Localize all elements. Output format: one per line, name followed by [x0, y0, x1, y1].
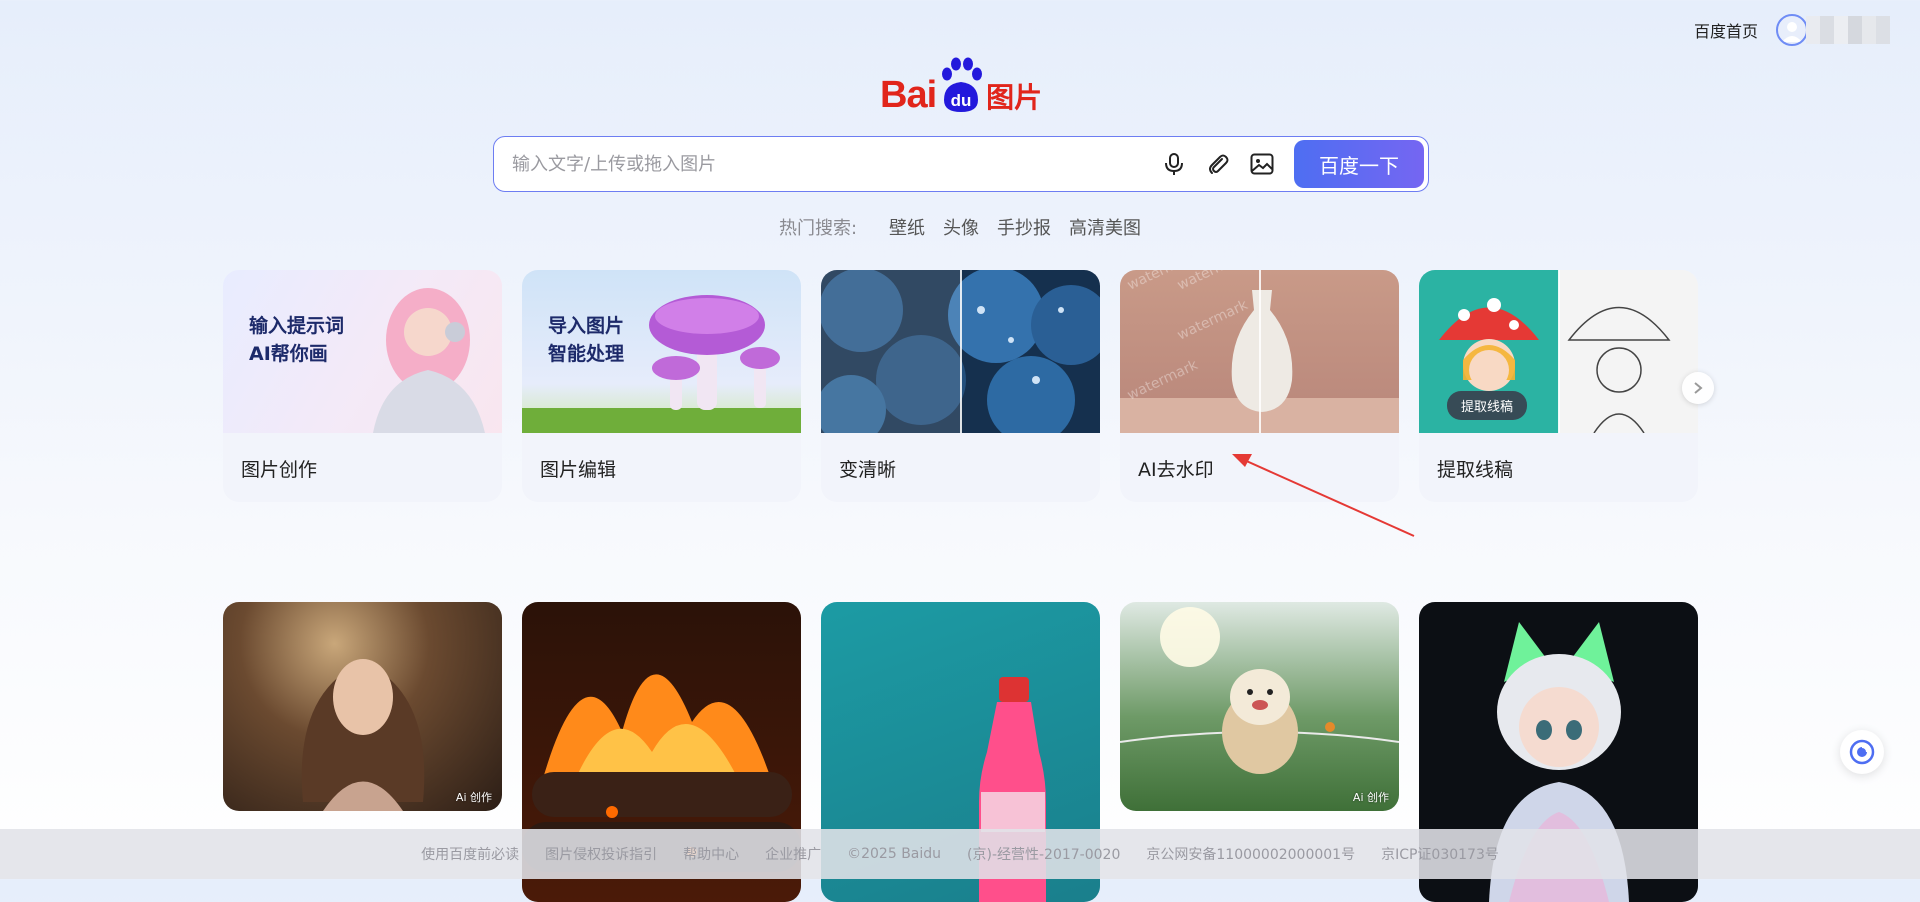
tool-label: 变清晰 [839, 459, 897, 481]
baidu-home-link[interactable]: 百度首页 [1694, 18, 1758, 42]
search-box: 百度一下 [493, 136, 1429, 192]
microphone-icon[interactable] [1159, 149, 1189, 179]
username-mosaic [1806, 16, 1890, 44]
footer-link-police-record[interactable]: 京公网安备11000002000001号 [1146, 844, 1355, 864]
hot-search: 热门搜索: 壁纸 头像 手抄报 高清美图 [0, 214, 1920, 240]
tool-image: 输入提示词 AI帮你画 [223, 270, 502, 433]
tool-label: 图片编辑 [540, 459, 617, 481]
paperclip-icon[interactable] [1203, 149, 1233, 179]
hot-item-hd-images[interactable]: 高清美图 [1069, 214, 1141, 240]
footer-link-terms[interactable]: 使用百度前必读 [421, 844, 519, 864]
hot-item-handwritten-poster[interactable]: 手抄报 [997, 214, 1051, 240]
floating-assistant-button[interactable] [1840, 730, 1884, 774]
user-avatar-icon [1782, 22, 1802, 42]
tool-image: watermark watermark watermark watermark [1120, 270, 1399, 433]
ai-badge: Ai 创作 [455, 791, 492, 804]
footer-copyright: ©2025 Baidu [847, 846, 942, 862]
paw-icon: du [938, 56, 984, 114]
tool-card-image-edit[interactable]: 导入图片 智能处理 图片编辑 [522, 270, 801, 502]
svg-text:watermark: watermark [1125, 357, 1201, 404]
tool-image [821, 270, 1100, 433]
top-bar: 百度首页 [1694, 14, 1890, 46]
compare-divider [1558, 270, 1560, 433]
gallery-image[interactable]: Ai 创作 [1120, 602, 1399, 811]
carousel-next-button[interactable] [1682, 372, 1714, 404]
footer-link-license[interactable]: (京)-经营性-2017-0020 [967, 844, 1120, 864]
user-menu[interactable] [1776, 14, 1890, 46]
chevron-right-icon [1694, 382, 1703, 394]
logo-bai: Bai [880, 74, 937, 116]
tool-image: 导入图片 智能处理 [522, 270, 801, 433]
search-button[interactable]: 百度一下 [1294, 140, 1424, 188]
tool-card-enhance[interactable]: 变清晰 [821, 270, 1100, 502]
hot-item-wallpaper[interactable]: 壁纸 [889, 214, 925, 240]
logo-suffix: 图片 [986, 81, 1043, 114]
tools-row: 输入提示词 AI帮你画 图片创作 导入图片 智能处理 图片编辑 变清晰 wate… [223, 270, 1698, 502]
annotation-arrow [1232, 454, 1415, 537]
tool-image: 提取线稿 [1419, 270, 1698, 433]
line-art-pill: 提取线稿 [1447, 391, 1528, 420]
footer-link-help[interactable]: 帮助中心 [683, 844, 739, 864]
overlay-line: 输入提示词 [249, 315, 345, 337]
search-input[interactable] [494, 153, 1152, 175]
gallery-image[interactable]: Ai 创作 [223, 602, 502, 811]
compare-divider [1259, 270, 1261, 433]
tool-label: 提取线稿 [1437, 459, 1514, 481]
overlay-line: AI帮你画 [249, 343, 328, 365]
tool-card-image-creation[interactable]: 输入提示词 AI帮你画 图片创作 [223, 270, 502, 502]
footer-link-icp[interactable]: 京ICP证030173号 [1381, 844, 1499, 864]
logo-du: du [951, 91, 972, 110]
ai-badge: Ai 创作 [1352, 791, 1389, 804]
footer: 使用百度前必读 图片侵权投诉指引 帮助中心 企业推广 ©2025 Baidu (… [0, 829, 1920, 879]
avatar[interactable] [1776, 14, 1808, 46]
tool-card-line-art[interactable]: 提取线稿 提取线稿 [1419, 270, 1698, 502]
svg-text:watermark: watermark [1175, 270, 1251, 294]
tool-overlay-text: 输入提示词 AI帮你画 [249, 312, 344, 368]
image-search-icon[interactable] [1247, 149, 1277, 179]
tool-label: 图片创作 [241, 459, 318, 481]
assistant-icon [1849, 739, 1875, 765]
baidu-images-logo[interactable]: Bai du 图片 [880, 56, 1042, 114]
overlay-line: 导入图片 [548, 315, 625, 337]
footer-link-promotion[interactable]: 企业推广 [765, 844, 821, 864]
hot-item-avatar[interactable]: 头像 [943, 214, 979, 240]
overlay-line: 智能处理 [548, 343, 625, 365]
hot-search-label: 热门搜索: [778, 218, 858, 239]
footer-link-infringement[interactable]: 图片侵权投诉指引 [545, 844, 657, 864]
compare-divider [960, 270, 962, 433]
tool-overlay-text: 导入图片 智能处理 [548, 312, 624, 368]
